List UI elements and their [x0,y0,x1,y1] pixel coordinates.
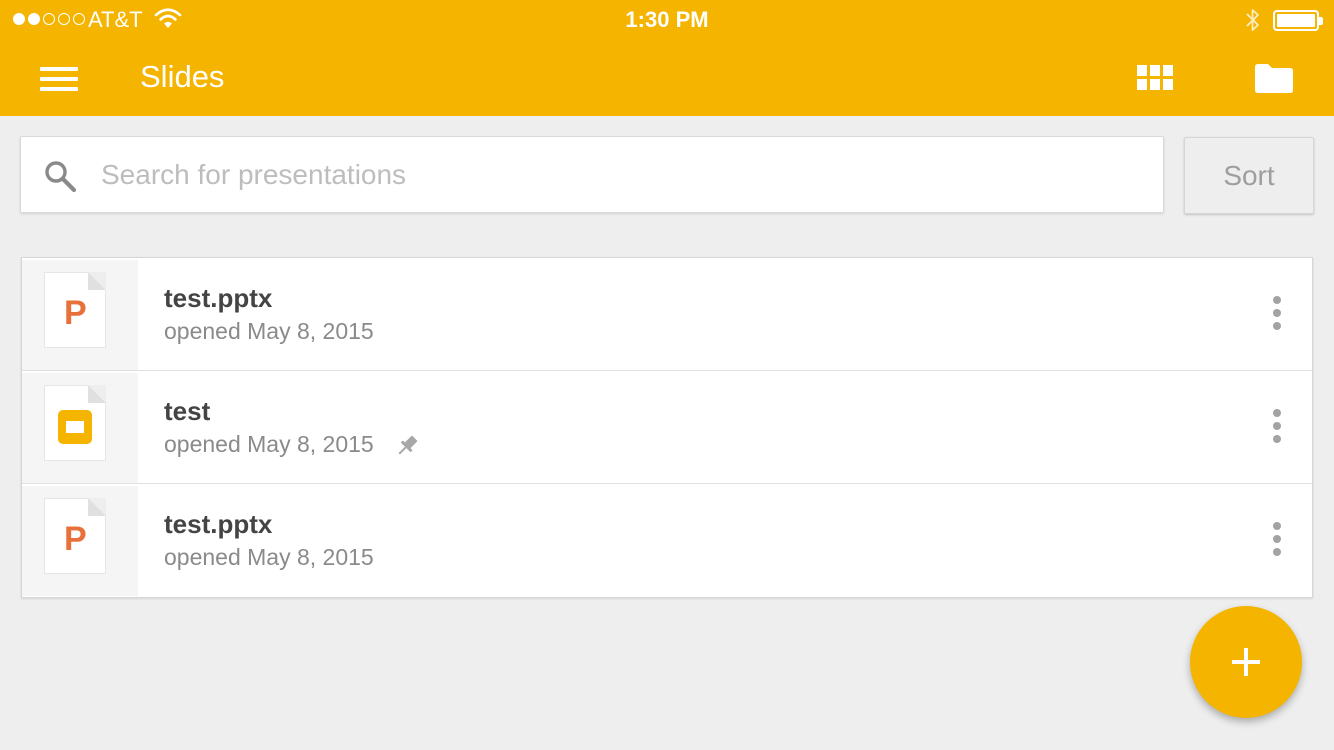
battery-full-icon [1273,10,1323,31]
google-slides-icon [58,410,92,444]
powerpoint-icon: P [64,520,87,558]
file-thumbnail: P [22,260,138,370]
pin-icon [398,435,418,455]
file-opened-date: opened May 8, 2015 [164,544,374,570]
file-name: test [164,396,211,426]
plus-icon [1232,648,1260,676]
more-options-icon[interactable] [1272,409,1282,445]
file-name: test.pptx [164,283,273,313]
list-item[interactable]: test opened May 8, 2015 [22,371,1312,484]
new-presentation-button[interactable] [1190,606,1302,718]
file-list: P test.pptx opened May 8, 2015 test open… [21,257,1313,598]
status-time: 1:30 PM [625,7,709,32]
list-item[interactable]: P test.pptx opened May 8, 2015 [22,258,1312,371]
file-name: test.pptx [164,509,273,539]
search-icon [45,161,77,193]
grid-view-icon[interactable] [1137,65,1173,91]
bluetooth-icon [1246,9,1259,31]
powerpoint-icon: P [64,294,87,332]
search-box [20,136,1164,213]
more-options-icon[interactable] [1272,522,1282,558]
file-thumbnail: P [22,486,138,596]
file-opened-date: opened May 8, 2015 [164,431,374,457]
search-input[interactable] [99,137,1149,212]
list-item[interactable]: P test.pptx opened May 8, 2015 [22,484,1312,597]
file-thumbnail [22,373,138,483]
sort-button[interactable]: Sort [1184,137,1314,214]
hamburger-menu-icon[interactable] [40,64,78,94]
file-opened-date: opened May 8, 2015 [164,318,374,344]
status-bar: AT&T 1:30 PM [0,0,1334,40]
more-options-icon[interactable] [1272,296,1282,332]
folder-icon[interactable] [1253,62,1295,94]
page-title: Slides [140,59,225,94]
app-bar: AT&T 1:30 PM Slides [0,0,1334,116]
